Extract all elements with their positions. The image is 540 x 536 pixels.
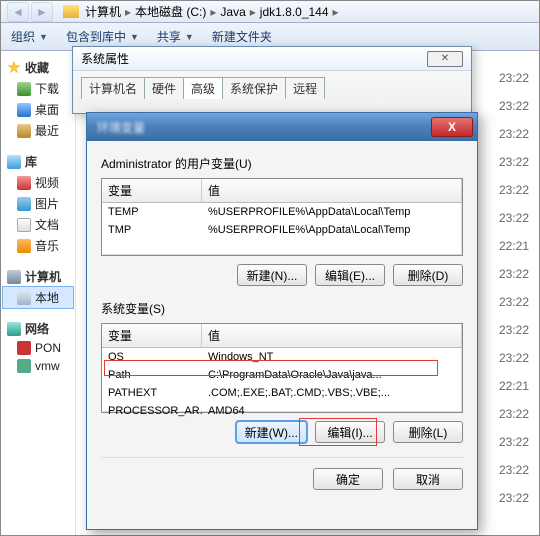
user-vars-label: Administrator 的用户变量(U) [101,155,463,172]
breadcrumb-item[interactable]: jdk1.8.0_144 [260,5,329,19]
file-time: 23:22 [499,267,529,281]
file-row[interactable]: 22:21 [499,239,529,253]
file-row[interactable]: 23:22 [499,267,529,281]
file-row[interactable]: 23:22 [499,99,529,113]
file-row[interactable]: 23:22 [499,463,529,477]
env-titlebar[interactable]: 环境变量 X [87,113,477,141]
newfolder-button[interactable]: 新建文件夹 [212,28,272,45]
sidebar-item-localdisk[interactable]: 本地 [3,287,73,308]
sidebar-item-desktop[interactable]: 桌面 [3,99,73,120]
file-time: 23:22 [499,183,529,197]
breadcrumb-item[interactable]: Java [220,5,245,19]
close-button[interactable]: ✕ [427,51,463,67]
file-time: 23:22 [499,407,529,421]
file-time: 23:22 [499,491,529,505]
organize-menu[interactable]: 组织 ▼ [11,28,48,45]
dialog-title: 系统属性 [81,50,129,67]
file-row[interactable]: 23:22 [499,323,529,337]
sidebar-network-head[interactable]: 网络 [3,318,73,339]
explorer-sidebar: 收藏 下载 桌面 最近 库 视频 图片 文档 音乐 计算机 本地 网络 PON … [1,51,76,535]
file-row[interactable]: 23:22 [499,435,529,449]
file-time: 23:22 [499,71,529,85]
tab-system-protection[interactable]: 系统保护 [222,77,286,99]
system-properties-dialog: 系统属性 ✕ 计算机名 硬件 高级 系统保护 远程 [72,46,472,114]
cancel-button[interactable]: 取消 [393,468,463,490]
sysprops-tabs: 计算机名 硬件 高级 系统保护 远程 [73,77,471,99]
sidebar-libraries-head[interactable]: 库 [3,151,73,172]
sys-var-row[interactable]: OSWindows_NT [102,348,462,366]
nav-back-button[interactable]: ◄ [7,2,29,22]
file-row[interactable]: 23:22 [499,295,529,309]
file-row[interactable]: 23:22 [499,407,529,421]
file-time: 23:22 [499,211,529,225]
sidebar-item-pon[interactable]: PON [3,339,73,357]
sidebar-computer-head[interactable]: 计算机 [3,266,73,287]
file-time: 23:22 [499,155,529,169]
sys-var-row-path[interactable]: PathC:\ProgramData\Oracle\Java\java... [102,366,462,384]
file-row[interactable]: 22:21 [499,379,529,393]
sidebar-item-pictures[interactable]: 图片 [3,193,73,214]
sys-delete-button[interactable]: 删除(L) [393,421,463,443]
env-dialog-title: 环境变量 [97,119,145,136]
sys-var-row[interactable]: PROCESSOR_AR...AMD64 [102,402,462,420]
breadcrumb[interactable]: 计算机▸ 本地磁盘 (C:)▸ Java▸ jdk1.8.0_144▸ [85,3,339,20]
file-time: 23:22 [499,127,529,141]
user-edit-button[interactable]: 编辑(E)... [315,264,385,286]
file-time: 23:22 [499,435,529,449]
file-row[interactable]: 23:22 [499,155,529,169]
tab-remote[interactable]: 远程 [285,77,325,99]
address-bar: ◄ ► 计算机▸ 本地磁盘 (C:)▸ Java▸ jdk1.8.0_144▸ [1,1,539,23]
file-time: 22:21 [499,239,529,253]
sys-new-button[interactable]: 新建(W)... [236,421,307,443]
sidebar-item-documents[interactable]: 文档 [3,214,73,235]
include-menu[interactable]: 包含到库中 ▼ [66,28,139,45]
sidebar-favorites-head[interactable]: 收藏 [3,57,73,78]
col-header-value[interactable]: 值 [202,324,462,347]
file-time: 23:22 [499,295,529,309]
file-time: 23:22 [499,463,529,477]
tab-hardware[interactable]: 硬件 [144,77,184,99]
tab-computer-name[interactable]: 计算机名 [81,77,145,99]
close-button[interactable]: X [431,117,473,137]
file-row[interactable]: 23:22 [499,211,529,225]
sys-vars-label: 系统变量(S) [101,300,463,317]
user-new-button[interactable]: 新建(N)... [237,264,307,286]
sys-vars-list[interactable]: 变量 值 OSWindows_NT PathC:\ProgramData\Ora… [101,323,463,413]
file-row[interactable]: 23:22 [499,71,529,85]
environment-variables-dialog: 环境变量 X Administrator 的用户变量(U) 变量 值 TEMP%… [86,112,478,530]
col-header-variable[interactable]: 变量 [102,324,202,347]
file-row[interactable]: 23:22 [499,127,529,141]
sidebar-item-recent[interactable]: 最近 [3,120,73,141]
ok-button[interactable]: 确定 [313,468,383,490]
user-var-row[interactable]: TMP%USERPROFILE%\AppData\Local\Temp [102,221,462,239]
sys-edit-button[interactable]: 编辑(I)... [315,421,385,443]
file-time: 23:22 [499,99,529,113]
col-header-value[interactable]: 值 [202,179,462,202]
nav-forward-button[interactable]: ► [31,2,53,22]
sidebar-item-vmw[interactable]: vmw [3,357,73,375]
col-header-variable[interactable]: 变量 [102,179,202,202]
user-delete-button[interactable]: 删除(D) [393,264,463,286]
user-var-row[interactable]: TEMP%USERPROFILE%\AppData\Local\Temp [102,203,462,221]
tab-advanced[interactable]: 高级 [183,77,223,99]
file-row[interactable]: 23:22 [499,351,529,365]
file-time: 23:22 [499,351,529,365]
user-vars-list[interactable]: 变量 值 TEMP%USERPROFILE%\AppData\Local\Tem… [101,178,463,256]
file-row[interactable]: 23:22 [499,491,529,505]
sys-var-row[interactable]: PATHEXT.COM;.EXE;.BAT;.CMD;.VBS;.VBE;... [102,384,462,402]
breadcrumb-item[interactable]: 本地磁盘 (C:) [135,3,206,20]
file-time: 22:21 [499,379,529,393]
folder-icon [63,5,79,18]
share-menu[interactable]: 共享 ▼ [157,28,194,45]
sidebar-item-music[interactable]: 音乐 [3,235,73,256]
file-row[interactable]: 23:22 [499,183,529,197]
sidebar-item-downloads[interactable]: 下载 [3,78,73,99]
breadcrumb-item[interactable]: 计算机 [85,3,121,20]
file-time: 23:22 [499,323,529,337]
sidebar-item-videos[interactable]: 视频 [3,172,73,193]
